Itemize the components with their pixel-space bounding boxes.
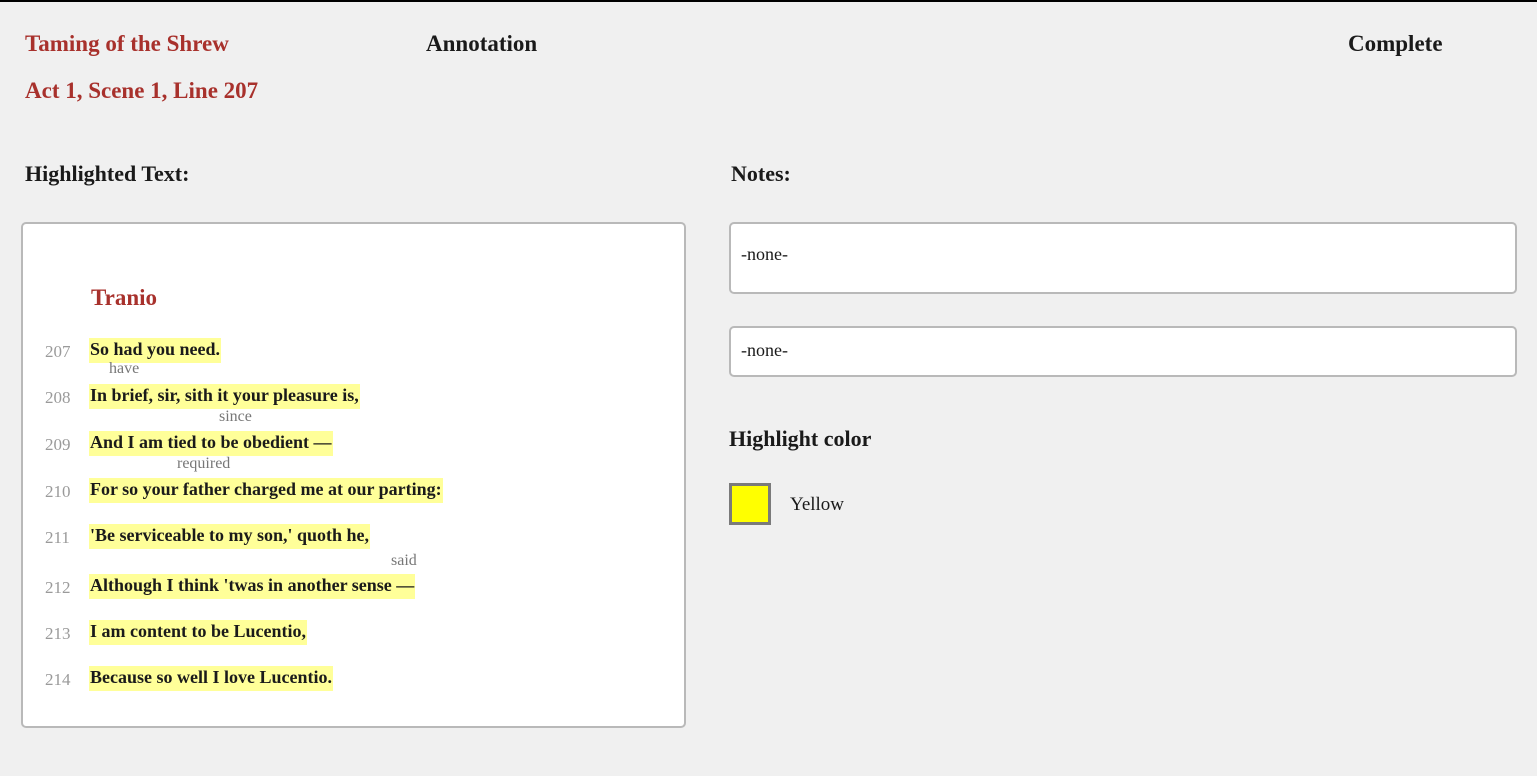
line-text[interactable]: 'Be serviceable to my son,' quoth he, [89,524,370,549]
line-number: 207 [45,342,71,361]
highlighted-text-panel: Tranio 207 So had you need. have 208 In … [21,222,686,728]
mode-label: Annotation [426,31,538,56]
complete-button[interactable]: Complete [1348,31,1443,57]
gloss: since [219,408,252,425]
line-number: 210 [45,482,71,501]
line-text[interactable]: For so your father charged me at our par… [89,478,443,503]
line-text[interactable]: In brief, sir, sith it your pleasure is, [89,384,360,409]
gloss: have [109,360,140,377]
color-swatch-yellow[interactable] [729,483,771,525]
note-field-1[interactable]: -none- [729,222,1517,294]
notes-heading: Notes: [731,161,791,186]
highlight-color-heading: Highlight color [729,426,872,451]
speaker-name: Tranio [91,285,158,310]
header: Taming of the Shrew Act 1, Scene 1, Line… [0,0,1537,130]
line-number: 213 [45,624,71,643]
line-text[interactable]: And I am tied to be obedient — [89,431,333,456]
line-location: Act 1, Scene 1, Line 207 [25,78,259,103]
gloss: required [177,455,231,472]
line-number: 211 [45,528,70,547]
line-text[interactable]: I am content to be Lucentio, [89,620,307,645]
line-text[interactable]: Because so well I love Lucentio. [89,666,333,691]
note-field-2[interactable]: -none- [729,326,1517,377]
line-text[interactable]: Although I think 'twas in another sense … [89,574,416,599]
gloss: said [391,552,417,569]
line-number: 212 [45,578,71,597]
highlighted-text-heading: Highlighted Text: [25,161,190,186]
color-swatch-label[interactable]: Yellow [790,494,844,516]
play-title-link[interactable]: Taming of the Shrew [25,31,229,57]
line-number: 214 [45,670,71,689]
line-number: 209 [45,435,71,454]
line-number: 208 [45,388,71,407]
